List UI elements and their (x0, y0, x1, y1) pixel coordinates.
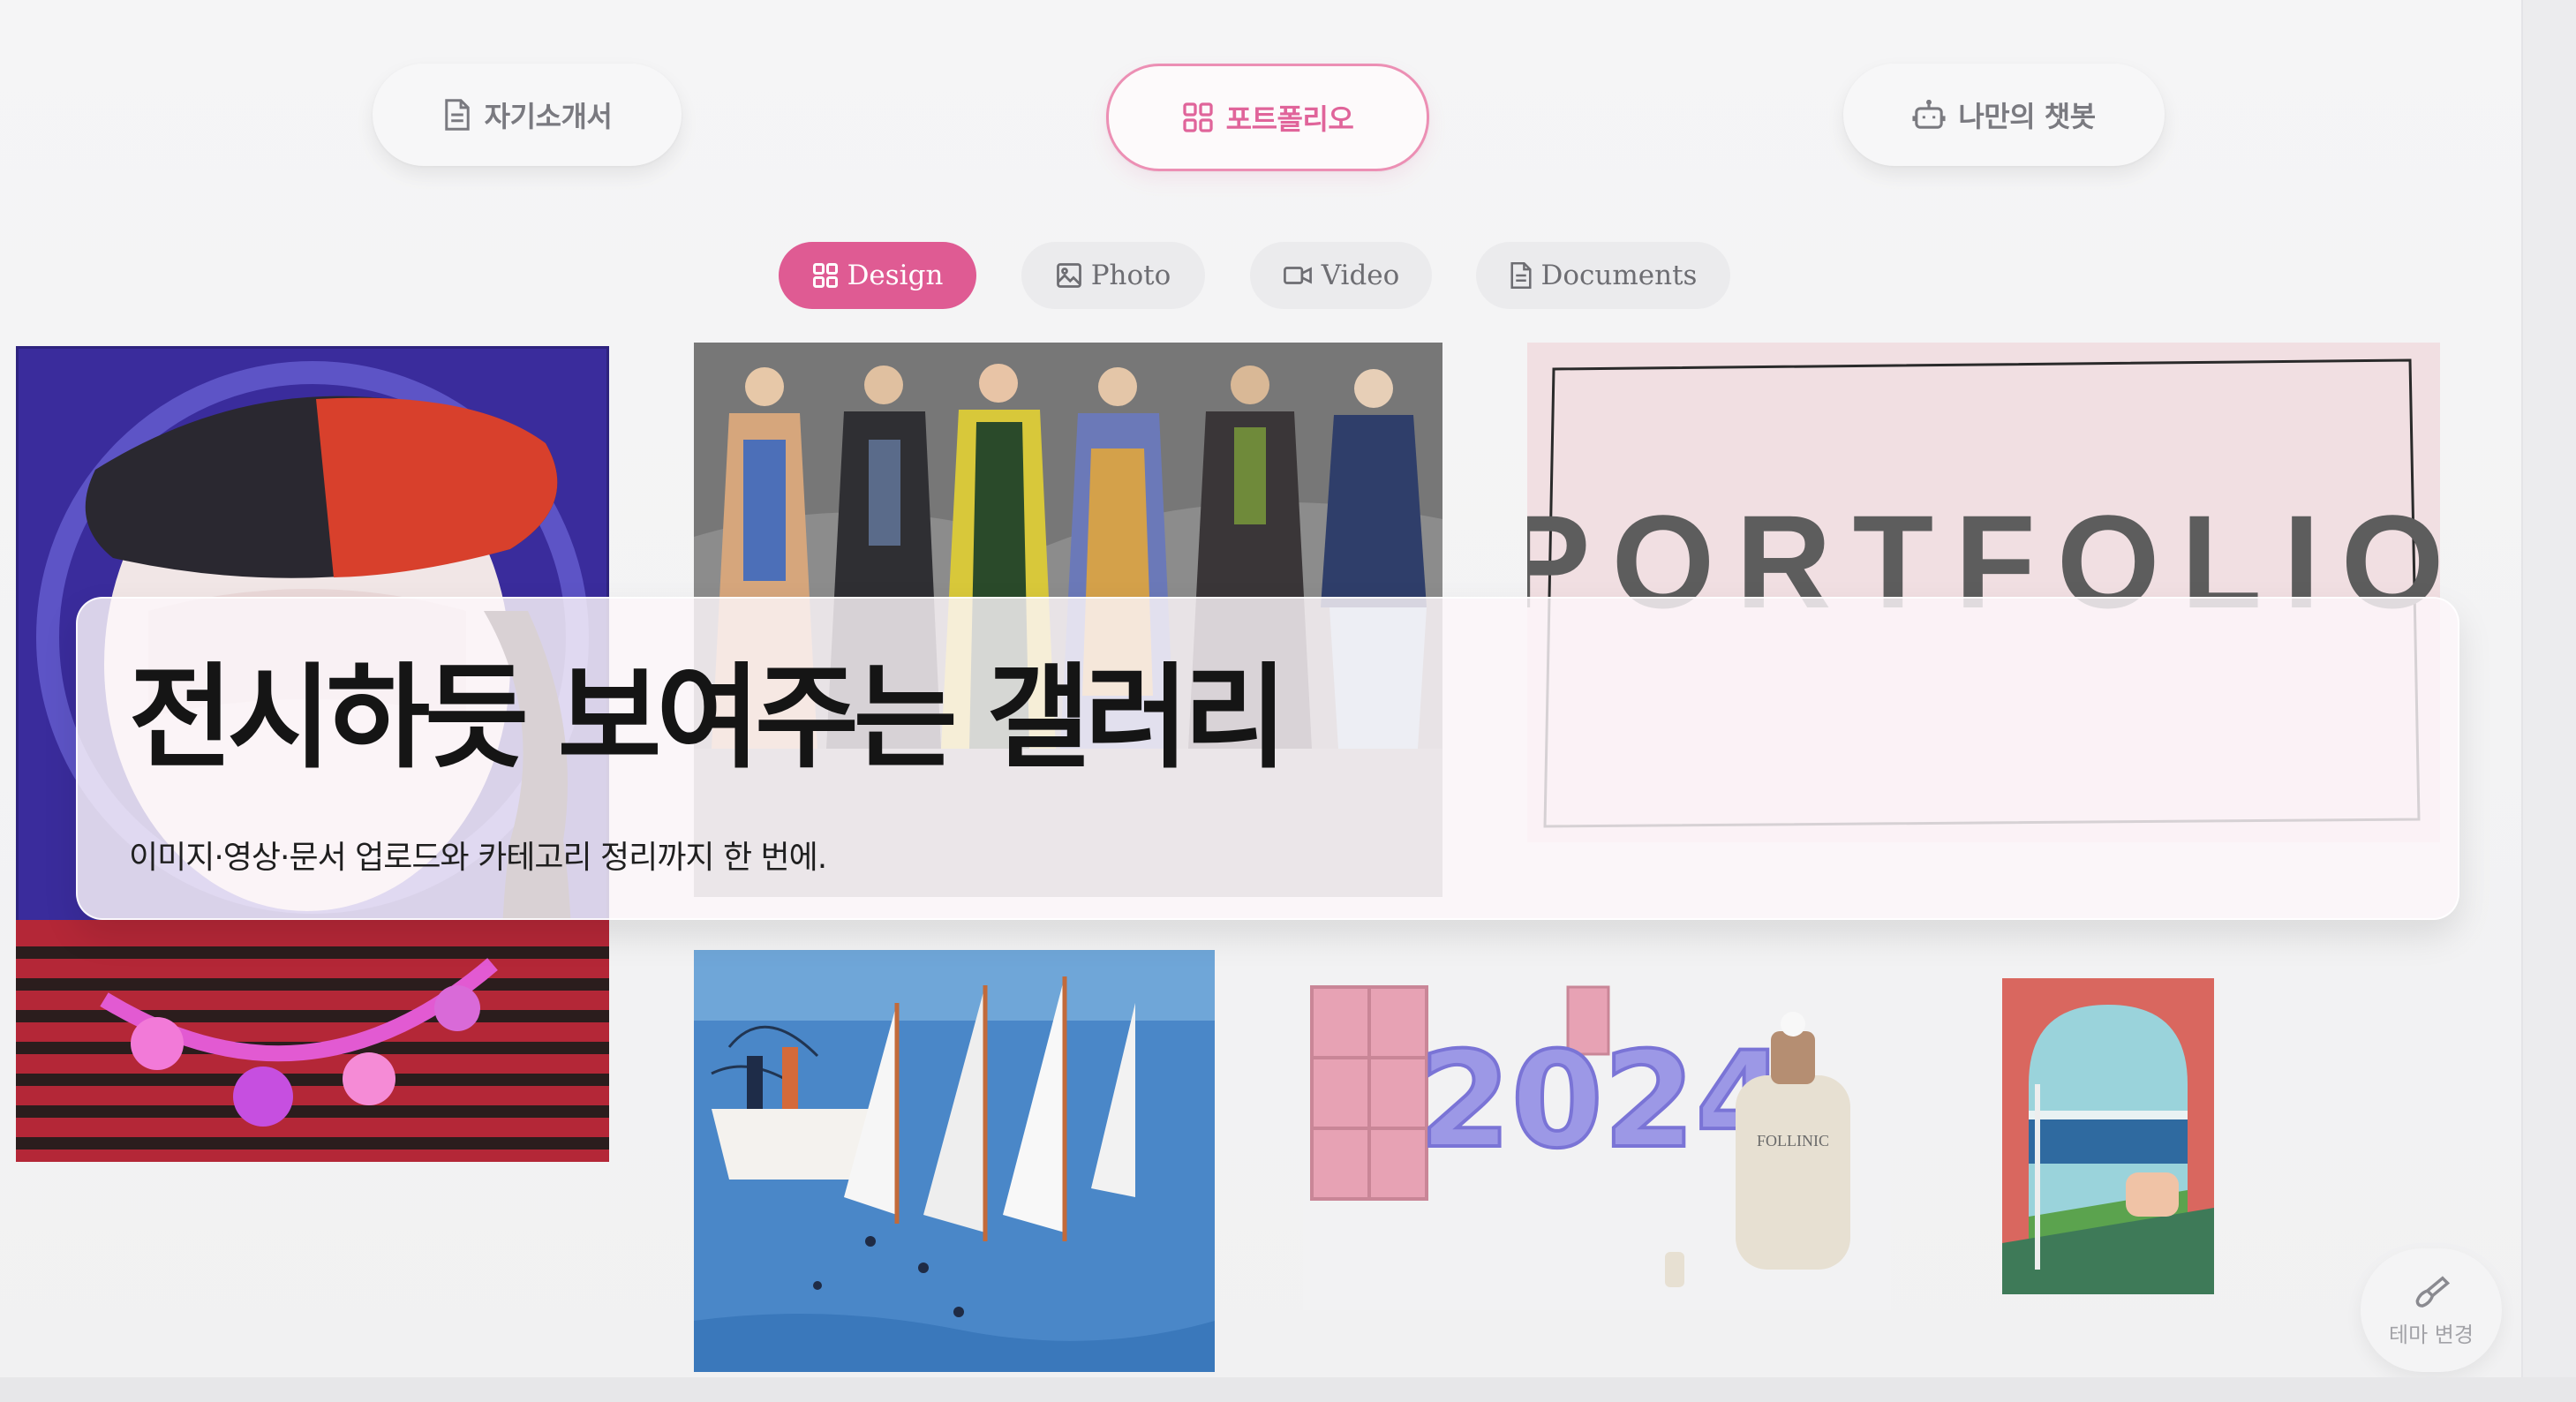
document-icon (442, 98, 472, 132)
category-documents-chip[interactable]: Documents (1476, 242, 1730, 309)
scrollbar-track[interactable] (2521, 0, 2576, 1402)
paint-brush-icon (2412, 1273, 2451, 1308)
hero-title: 전시하듯 보여주는 갤러리 (129, 652, 1287, 784)
bottle-label-text: FOLLINIC (1757, 1132, 1829, 1149)
nav-portfolio-label: 포트폴리오 (1225, 102, 1354, 136)
bottom-bar (0, 1377, 2576, 1402)
theme-change-label: 테마 변경 (2389, 1322, 2474, 1347)
poster-year-text: 2024 (1419, 1024, 1787, 1178)
document-icon (1510, 261, 1533, 290)
category-design-chip[interactable]: Design (779, 242, 976, 309)
category-documents-label: Documents (1540, 260, 1698, 291)
gallery-item-harbour-painting[interactable] (694, 950, 1215, 1372)
video-camera-icon (1283, 264, 1313, 287)
portfolio-page: 자기소개서 포트폴리오 나만의 챗봇 Design Photo Video Do… (0, 0, 2521, 1402)
category-video-chip[interactable]: Video (1250, 242, 1432, 309)
category-design-label: Design (847, 260, 944, 291)
nav-intro-button[interactable]: 자기소개서 (373, 64, 682, 166)
nav-intro-label: 자기소개서 (484, 100, 613, 133)
gallery-item-2024-poster[interactable]: 2024 FOLLINIC (1303, 969, 1891, 1310)
grid-icon (812, 262, 839, 289)
theme-change-button[interactable]: 테마 변경 (2361, 1248, 2502, 1372)
image-icon (1056, 262, 1082, 289)
hero-subtitle: 이미지·영상·문서 업로드와 카테고리 정리까지 한 번에. (129, 840, 827, 876)
nav-chatbot-label: 나만의 챗봇 (1958, 100, 2096, 133)
hero-card: 전시하듯 보여주는 갤러리 이미지·영상·문서 업로드와 카테고리 정리까지 한… (76, 597, 2459, 920)
robot-icon (1912, 100, 1946, 130)
gallery-item-arched-window[interactable] (2002, 978, 2214, 1294)
grid-icon (1182, 102, 1214, 133)
category-photo-chip[interactable]: Photo (1021, 242, 1205, 309)
category-video-label: Video (1321, 260, 1400, 291)
nav-portfolio-button[interactable]: 포트폴리오 (1106, 64, 1429, 171)
nav-chatbot-button[interactable]: 나만의 챗봇 (1843, 64, 2165, 166)
category-photo-label: Photo (1090, 260, 1171, 291)
